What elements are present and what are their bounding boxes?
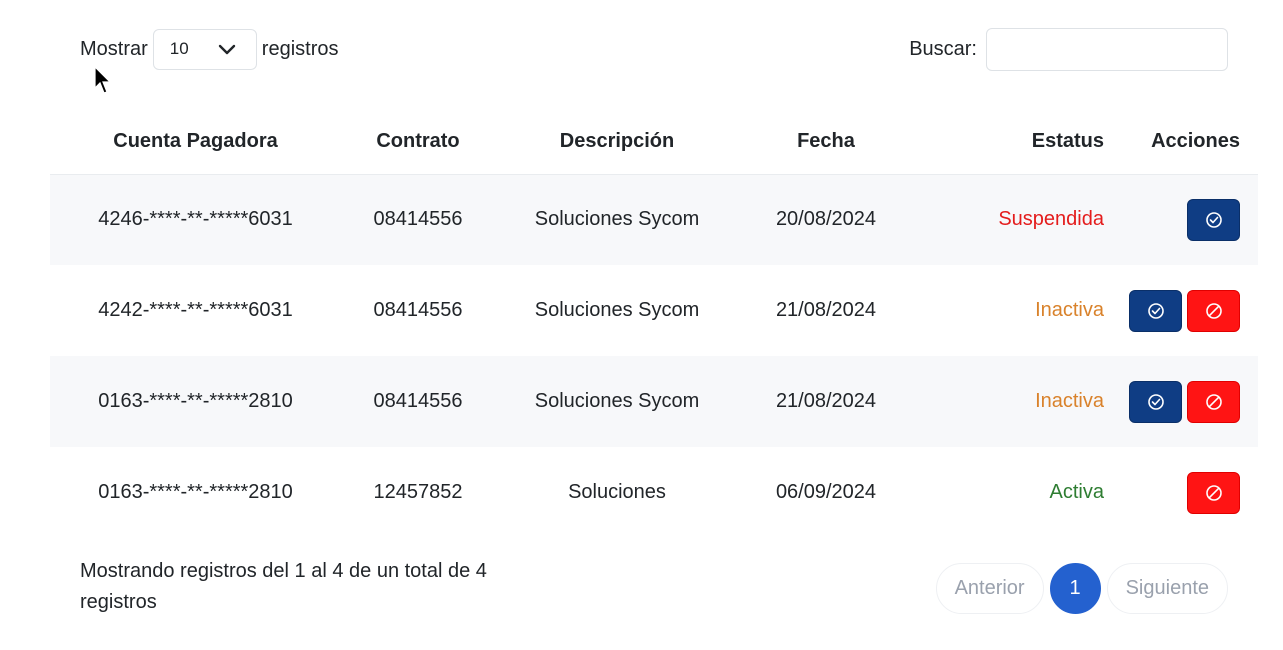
cell-acciones [1104,265,1258,356]
status-label: Activa [1049,481,1104,503]
page-1-button[interactable]: 1 [1049,563,1101,614]
check-circle-icon [1147,393,1164,410]
table-row: 4246-****-**-*****6031 08414556 Solucion… [50,174,1258,265]
length-menu: Mostrar 10 registros [80,28,339,70]
search-input[interactable] [986,27,1228,71]
cell-fecha: 20/08/2024 [739,174,913,265]
cell-cuenta: 0163-****-**-*****2810 [50,356,341,447]
header-estatus[interactable]: Estatus [913,110,1104,175]
cancel-button[interactable] [1187,380,1240,423]
length-prefix: Mostrar [80,37,148,60]
cancel-button[interactable] [1187,471,1240,514]
table-row: 0163-****-**-*****2810 08414556 Solucion… [50,356,1258,447]
cell-fecha: 21/08/2024 [739,356,913,447]
header-fecha[interactable]: Fecha [739,110,913,175]
activate-button[interactable] [1187,198,1240,241]
check-circle-icon [1205,211,1222,228]
page-length-value: 10 [169,39,189,58]
activate-button[interactable] [1129,289,1182,332]
header-contrato[interactable]: Contrato [341,110,495,175]
table-row: 4242-****-**-*****6031 08414556 Solucion… [50,265,1258,356]
cell-contrato: 12457852 [373,481,463,503]
header-acciones: Acciones [1104,110,1258,175]
cell-fecha: 06/09/2024 [775,481,877,503]
table-info: Mostrando registros del 1 al 4 de un tot… [80,560,487,613]
cell-descripcion: Soluciones Sycom [534,299,700,321]
accounts-table: Cuenta Pagadora Contrato Descripción Fec… [50,110,1258,538]
activate-button[interactable] [1129,380,1182,423]
chevron-down-icon [218,44,235,54]
cancel-button[interactable] [1187,289,1240,332]
status-label: Suspendida [913,174,1104,265]
check-circle-icon [1147,302,1164,319]
table-row: 0163-****-**-*****2810 12457852 Solucion… [50,447,1258,538]
ban-icon [1205,484,1222,501]
cell-acciones [1104,447,1258,538]
cell-cuenta: 4246-****-**-*****6031 [50,174,341,265]
cell-acciones [1104,174,1258,265]
previous-page-button[interactable]: Anterior [935,563,1044,614]
next-page-button[interactable]: Siguiente [1106,563,1228,614]
header-descripcion[interactable]: Descripción [495,110,739,175]
table-header-row: Cuenta Pagadora Contrato Descripción Fec… [50,110,1258,175]
cell-contrato: 08414556 [341,356,495,447]
search-label: Buscar: [909,37,977,60]
cell-contrato: 08414556 [341,174,495,265]
cell-fecha: 21/08/2024 [775,299,877,321]
status-label: Inactiva [1035,299,1104,321]
status-label: Inactiva [913,356,1104,447]
page-length-select[interactable]: 10 [152,28,257,70]
mouse-cursor-icon [94,66,112,94]
cell-cuenta: 0163-****-**-*****2810 [98,481,293,503]
header-cuenta-pagadora[interactable]: Cuenta Pagadora [50,110,341,175]
pagination: Anterior 1 Siguiente [935,563,1228,614]
cell-contrato: 08414556 [373,299,463,321]
cell-acciones [1104,356,1258,447]
table-controls: Mostrar 10 registros Buscar: [80,27,1228,71]
ban-icon [1205,302,1222,319]
cell-cuenta: 4242-****-**-*****6031 [98,299,293,321]
cell-descripcion: Soluciones Sycom [495,356,739,447]
ban-icon [1205,393,1222,410]
cell-descripcion: Soluciones Sycom [495,174,739,265]
cell-descripcion: Soluciones [568,481,666,503]
search-area: Buscar: [909,27,1228,71]
length-suffix: registros [261,37,339,60]
